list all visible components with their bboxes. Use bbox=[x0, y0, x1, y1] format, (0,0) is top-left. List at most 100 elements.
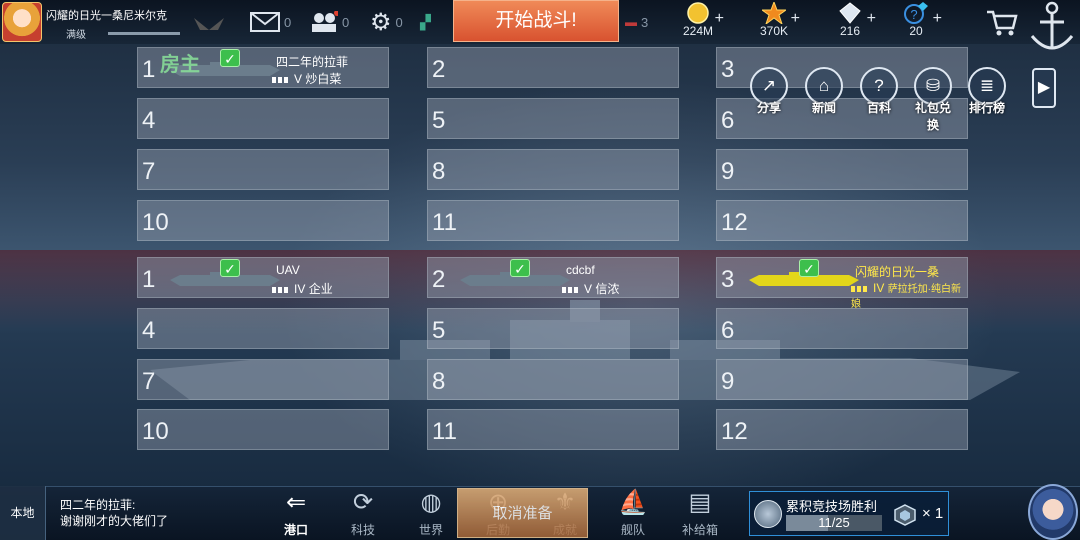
slot-number: 3 bbox=[721, 56, 735, 83]
player-slot[interactable]: 8 bbox=[427, 149, 679, 190]
slot-number: 7 bbox=[142, 158, 156, 185]
slot-number: 1 bbox=[142, 266, 156, 293]
anchor-icon[interactable] bbox=[1028, 0, 1076, 56]
player-slot[interactable]: 6 bbox=[716, 308, 968, 349]
settings-button[interactable]: ⚙ 0 bbox=[370, 9, 403, 36]
friends-icon bbox=[312, 11, 338, 32]
player-slot[interactable]: 11 bbox=[427, 200, 679, 241]
menu-wiki-button[interactable]: ? 百科 bbox=[856, 67, 902, 116]
ship-name: 炒白菜 bbox=[305, 72, 342, 86]
experience-bar bbox=[108, 32, 180, 35]
slot-number: 2 bbox=[432, 56, 446, 83]
player-slot[interactable]: 4 bbox=[137, 98, 389, 139]
expand-menu-button[interactable]: ▶ bbox=[1032, 68, 1056, 108]
slot-number: 11 bbox=[432, 209, 457, 236]
player-slot[interactable]: 8 bbox=[427, 359, 679, 400]
chat-message[interactable]: 四二年的拉菲: 谢谢刚才的大佬们了 bbox=[60, 497, 168, 529]
nav-port[interactable]: ⇐ 港口 bbox=[268, 489, 324, 539]
friends-count: 0 bbox=[342, 14, 350, 30]
nav-fleet[interactable]: ⛵ 舰队 bbox=[605, 489, 661, 539]
ship-name: 信浓 bbox=[595, 282, 620, 296]
menu-news-button[interactable]: ⌂ 新闻 bbox=[801, 67, 847, 116]
player-slot[interactable]: 4 bbox=[137, 308, 389, 349]
menu-gift-button[interactable]: ⛁ 礼包兑换 bbox=[910, 67, 956, 133]
crystal-resource[interactable]: ? 20 + bbox=[888, 2, 944, 38]
slot-number: 12 bbox=[721, 209, 748, 236]
player-slot[interactable]: 11 bbox=[427, 409, 679, 450]
help-icon: ? bbox=[904, 2, 928, 24]
menu-label: 分享 bbox=[756, 101, 781, 115]
slot-number: 4 bbox=[142, 317, 156, 344]
nav-tech[interactable]: ⟳ 科技 bbox=[335, 489, 391, 539]
add-crystal-icon[interactable]: + bbox=[933, 10, 942, 28]
player-slot[interactable]: 10 bbox=[137, 200, 389, 241]
add-star-icon[interactable]: + bbox=[791, 10, 800, 28]
player-slot[interactable]: 2 bbox=[427, 47, 679, 88]
player-ship: V 信浓 bbox=[562, 280, 619, 297]
nav-supply-box[interactable]: ▤ 补给箱 bbox=[672, 489, 728, 539]
extra-count-1: 3 bbox=[641, 14, 649, 30]
tier-arrow-icon bbox=[851, 285, 867, 292]
ship-tier: V bbox=[584, 282, 593, 296]
menu-label: 新闻 bbox=[811, 101, 836, 115]
start-battle-button[interactable]: 开始战斗! bbox=[453, 0, 619, 42]
add-diamond-icon[interactable]: + bbox=[867, 10, 876, 28]
player-name: cdcbf bbox=[566, 263, 595, 277]
player-slot[interactable]: 5 bbox=[427, 98, 679, 139]
slot-number: 10 bbox=[142, 209, 169, 236]
diamond-icon bbox=[839, 2, 861, 24]
friends-button[interactable]: 0 bbox=[310, 10, 349, 34]
slot-number: 8 bbox=[432, 158, 446, 185]
menu-label: 礼包兑换 bbox=[914, 101, 951, 132]
player-ship: IV 企业 bbox=[272, 280, 333, 297]
mail-icon bbox=[250, 12, 280, 32]
tier-arrow-icon bbox=[272, 286, 288, 293]
slot-number: 2 bbox=[432, 266, 446, 293]
quest-panel[interactable]: 累积竞技场胜利 11/25 × 1 bbox=[749, 491, 949, 536]
player-ship: IV 萨拉托加·纯白新娘 bbox=[851, 280, 967, 310]
gold-resource[interactable]: 224M + bbox=[670, 2, 726, 38]
player-slot[interactable]: 9 bbox=[716, 149, 968, 190]
player-slot[interactable]: 12 bbox=[716, 409, 968, 450]
player-slot[interactable]: 10 bbox=[137, 409, 389, 450]
chat-channel-button[interactable]: 本地 bbox=[0, 486, 46, 540]
ready-check-icon: ✓ bbox=[220, 49, 240, 67]
nav-label: 港口 bbox=[283, 523, 308, 537]
shop-cart-icon[interactable] bbox=[985, 8, 1019, 38]
ship-tier: IV bbox=[873, 281, 885, 295]
menu-ranking-button[interactable]: ≣ 排行榜 bbox=[964, 67, 1010, 116]
port-icon: ⇐ bbox=[285, 489, 307, 516]
player-slot[interactable]: 1 ✓ UAV IV 企业 bbox=[137, 257, 389, 298]
player-slot[interactable]: 12 bbox=[716, 200, 968, 241]
star-resource[interactable]: 370K + bbox=[746, 2, 802, 38]
mail-button[interactable]: 0 bbox=[250, 10, 291, 34]
player-name: 闪耀的日光一桑尼米尔克 bbox=[46, 10, 167, 22]
player-slot[interactable]: 2 ✓ cdcbf V 信浓 bbox=[427, 257, 679, 298]
status-indicator-2: ▬ 3 bbox=[625, 10, 648, 34]
chat-sender: 四二年的拉菲: bbox=[60, 498, 136, 512]
tier-arrow-icon bbox=[562, 286, 578, 293]
add-gold-icon[interactable]: + bbox=[715, 10, 724, 28]
flag-icon: ▞ bbox=[420, 13, 431, 30]
ship-name: 企业 bbox=[308, 282, 333, 296]
fleet-icon: ⛵ bbox=[618, 489, 648, 516]
wings-badge-icon bbox=[192, 16, 226, 34]
player-slot[interactable]: 5 bbox=[427, 308, 679, 349]
player-slot[interactable]: 9 bbox=[716, 359, 968, 400]
player-slot[interactable]: 1 ✓ 四二年的拉菲 V 炒白菜 房主 bbox=[137, 47, 389, 88]
player-slot[interactable]: 3 ✓ 闪耀的日光一桑 IV 萨拉托加·纯白新娘 bbox=[716, 257, 968, 310]
slot-number: 9 bbox=[721, 368, 735, 395]
player-slot[interactable]: 7 bbox=[137, 149, 389, 190]
arena-quest-icon bbox=[754, 500, 782, 528]
player-avatar[interactable] bbox=[2, 2, 42, 42]
menu-share-button[interactable]: ↗ 分享 bbox=[746, 67, 792, 116]
player-slot[interactable]: 7 bbox=[137, 359, 389, 400]
slot-number: 7 bbox=[142, 368, 156, 395]
slot-number: 12 bbox=[721, 418, 748, 445]
captain-avatar[interactable] bbox=[1028, 484, 1078, 540]
diamond-resource[interactable]: 216 + bbox=[822, 2, 878, 38]
nav-world[interactable]: ◍ 世界 bbox=[403, 489, 459, 539]
slot-number: 5 bbox=[432, 317, 446, 344]
ship-tier: V bbox=[294, 72, 303, 86]
cancel-ready-button[interactable]: 取消准备 bbox=[457, 488, 588, 538]
